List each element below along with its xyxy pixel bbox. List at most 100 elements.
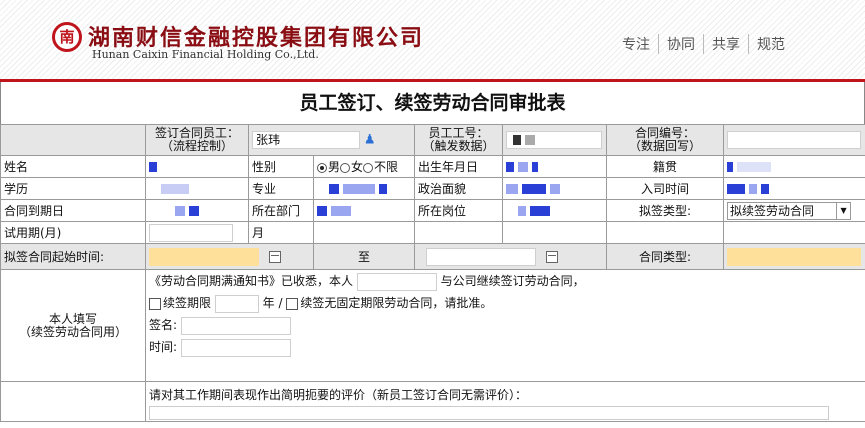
company-name-en: Hunan Caixin Financial Holding Co.,Ltd. — [92, 48, 319, 61]
employee-label-line2: （流程控制） — [160, 139, 233, 153]
sign-input[interactable] — [180, 316, 291, 335]
time-label: 时间: — [149, 340, 178, 354]
company-logo: 南 — [52, 22, 82, 52]
empty-cell — [414, 221, 504, 244]
self-fill-label: 本人填写 （续签劳动合同用） — [0, 269, 146, 382]
gender-label: 性别 — [248, 155, 314, 178]
education-label: 学历 — [0, 177, 146, 200]
slogan-item: 共享 — [704, 34, 749, 54]
gender-cell: 男女不限 — [312, 155, 416, 178]
employee-value: 张玮 — [256, 133, 281, 147]
empty-cell — [0, 124, 146, 156]
redacted-value — [727, 162, 734, 172]
redacted-value — [149, 162, 157, 172]
renew-years-input[interactable] — [214, 294, 259, 313]
end-date-input[interactable] — [426, 247, 537, 266]
gender-radio-any[interactable] — [363, 162, 374, 173]
gender-option-label: 女 — [351, 160, 364, 174]
notice-text: 《劳动合同期满通知书》已收悉，本人 — [149, 274, 354, 288]
company-slogan: 专注 协同 共享 规范 — [614, 34, 793, 54]
evaluation-textarea[interactable] — [149, 406, 829, 420]
self-fill-label-line1: 本人填写 — [48, 311, 97, 326]
start-label: 拟签合同起始时间: — [0, 243, 146, 270]
renew-term-checkbox[interactable] — [149, 297, 161, 310]
redacted-value — [518, 206, 527, 216]
calendar-icon[interactable] — [545, 250, 558, 263]
dept-label: 所在部门 — [248, 199, 314, 222]
renew-open-checkbox[interactable] — [286, 297, 299, 310]
birth-label: 出生年月日 — [414, 155, 504, 178]
employee-no-cell — [502, 124, 608, 156]
sign-type-cell: 拟续签劳动合同 ▼ — [723, 199, 865, 222]
person-select-icon[interactable]: ♟ — [364, 133, 376, 148]
company-header: 南 湖南财信金融控股集团有限公司 Hunan Caixin Financial … — [0, 0, 865, 82]
redacted-value — [342, 184, 375, 194]
redacted-value — [521, 184, 546, 194]
contract-type-label: 合同类型: — [606, 243, 725, 270]
probation-unit-cell: 月 — [248, 221, 314, 244]
contract-type-input[interactable] — [727, 247, 862, 266]
empty-cell — [723, 221, 865, 244]
redacted-value — [529, 206, 550, 216]
self-fill-label-line2: （续签劳动合同用） — [18, 324, 127, 339]
evaluation-label-cell — [0, 381, 146, 422]
redacted-value — [188, 206, 199, 216]
sign-type-label: 拟签类型: — [606, 199, 725, 222]
start-date-cell — [145, 243, 314, 270]
contract-no-input[interactable] — [727, 131, 862, 149]
post-cell — [502, 199, 608, 222]
to-label: 至 — [312, 243, 416, 270]
redacted-value — [506, 184, 519, 194]
sign-label: 签名: — [149, 318, 178, 332]
political-label: 政治面貌 — [414, 177, 504, 200]
evaluation-prompt: 请对其工作期间表现作出简明扼要的评价（新员工签订合同无需评价）： — [149, 388, 528, 402]
month-unit: 月 — [252, 226, 265, 240]
end-date-cell — [414, 243, 608, 270]
employee-no-label: 员工工号： （触发数据） — [414, 124, 504, 156]
redacted-value — [513, 134, 522, 145]
empty-cell — [502, 221, 608, 244]
employee-no-label-line2: （触发数据） — [422, 139, 495, 153]
employee-label: 签订合同员工： （流程控制） — [145, 124, 249, 156]
redacted-value — [748, 184, 757, 194]
redacted-value — [549, 184, 560, 194]
redacted-value — [378, 184, 387, 194]
empty-cell — [606, 221, 725, 244]
redacted-value — [329, 184, 339, 194]
post-label: 所在岗位 — [414, 199, 504, 222]
form-title: 员工签订、续签劳动合同审批表 — [0, 82, 865, 124]
expire-label: 合同到期日 — [0, 199, 146, 222]
calendar-icon[interactable] — [268, 250, 281, 263]
slogan-item: 专注 — [614, 34, 659, 54]
name-confirm-input[interactable] — [356, 272, 437, 291]
employee-picker-input[interactable]: 张玮 — [252, 131, 360, 149]
native-label: 籍贯 — [606, 155, 725, 178]
contract-no-cell — [723, 124, 865, 156]
redacted-value — [517, 162, 528, 172]
probation-label: 试用期(月) — [0, 221, 146, 244]
name-label: 姓名 — [0, 155, 146, 178]
years-label: 年 / — [262, 296, 283, 310]
notice-line: 《劳动合同期满通知书》已收悉，本人 与公司继续签订劳动合同， — [149, 271, 862, 293]
expire-cell — [145, 199, 249, 222]
redacted-value — [531, 162, 538, 172]
chevron-down-icon[interactable]: ▼ — [836, 202, 850, 219]
redacted-value — [760, 184, 769, 194]
education-cell — [145, 177, 249, 200]
dept-cell — [312, 199, 416, 222]
probation-input[interactable] — [149, 223, 233, 242]
evaluation-cell: 请对其工作期间表现作出简明扼要的评价（新员工签订合同无需评价）： — [144, 381, 865, 422]
time-input[interactable] — [180, 338, 291, 357]
sign-type-selected: 拟续签劳动合同 — [730, 203, 815, 218]
gender-option-label: 不限 — [374, 160, 399, 174]
start-date-input[interactable] — [149, 247, 259, 266]
join-date-label: 入司时间 — [606, 177, 725, 200]
self-fill-content: 《劳动合同期满通知书》已收悉，本人 与公司继续签订劳动合同， 续签期限 年 / … — [144, 269, 865, 382]
gender-radio-female[interactable] — [340, 162, 351, 173]
approval-form-table: 签订合同员工： （流程控制） 张玮 ♟ 员工工号： （触发数据） 合同编号： （… — [0, 124, 865, 422]
gender-radio-male[interactable] — [317, 162, 327, 173]
time-line: 时间: — [149, 336, 862, 358]
sign-type-select[interactable]: 拟续签劳动合同 ▼ — [727, 201, 852, 220]
employee-no-input[interactable] — [506, 131, 603, 149]
empty-cell — [312, 221, 416, 244]
